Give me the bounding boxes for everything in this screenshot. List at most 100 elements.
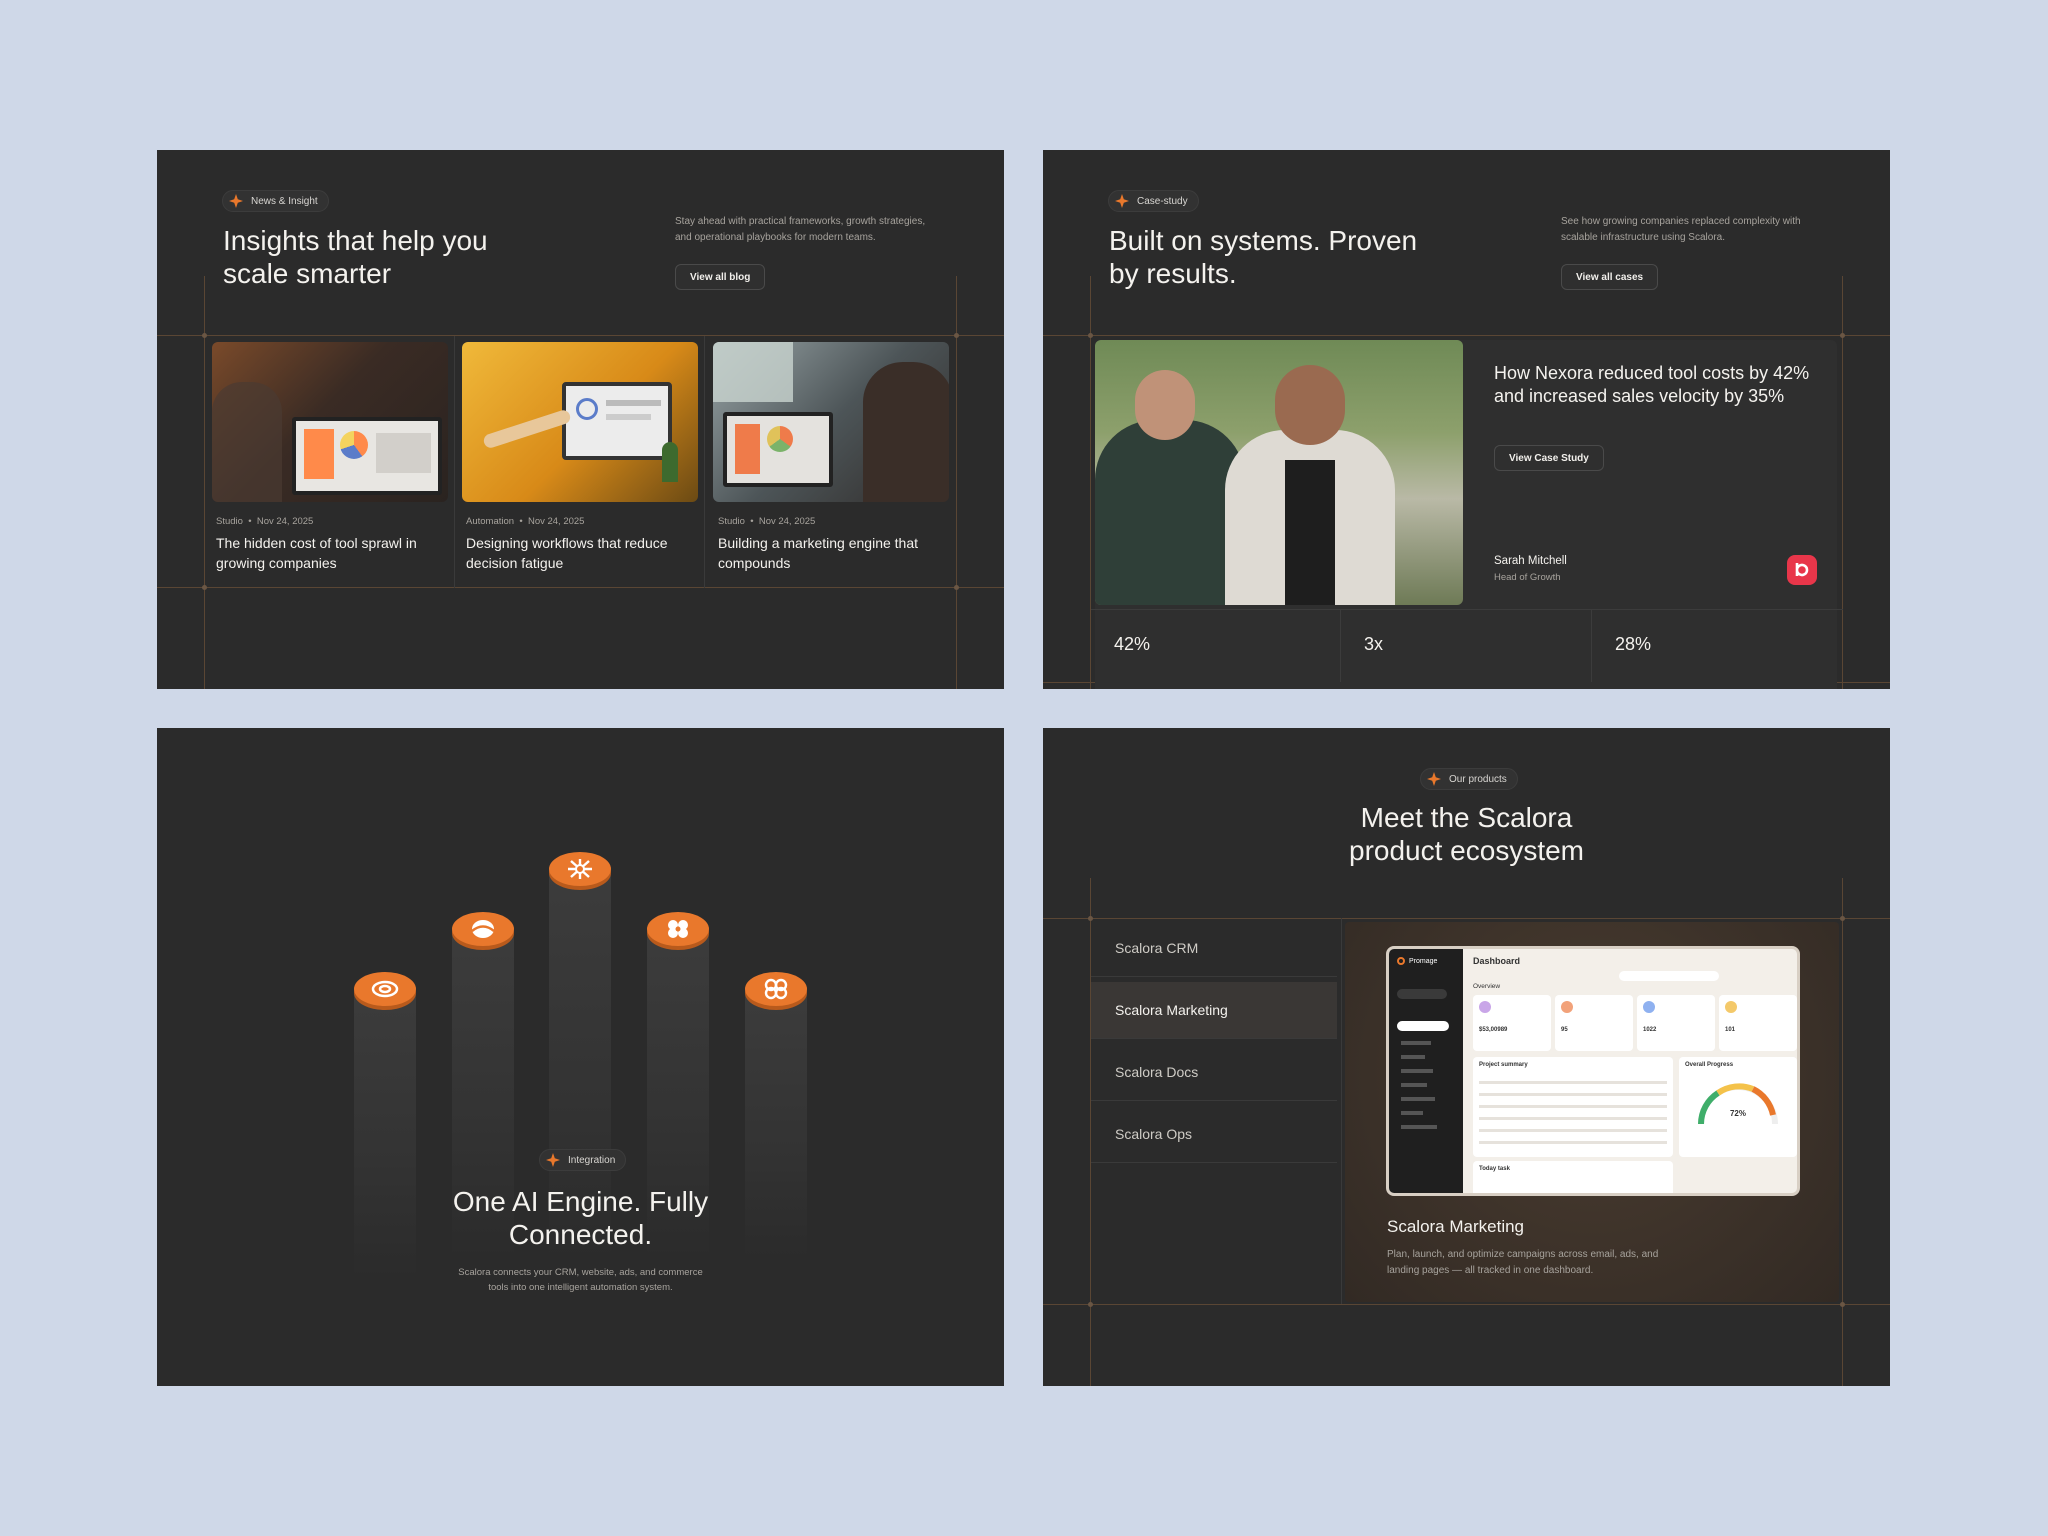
product-title: Scalora Marketing xyxy=(1387,1217,1525,1236)
card-title[interactable]: Designing workflows that reduce decision… xyxy=(466,533,696,573)
dashboard-brand: Promage xyxy=(1409,957,1438,965)
grid-dot xyxy=(1840,916,1845,921)
tab-divider xyxy=(1341,918,1342,1304)
section-title: One AI Engine. Fully xyxy=(452,1186,709,1217)
section-lead: and operational playbooks for modern tea… xyxy=(675,232,876,243)
section-title: Connected. xyxy=(508,1219,653,1250)
dashboard-sidebar: Promage xyxy=(1389,949,1463,1193)
dashboard-overview: Overview xyxy=(1473,983,1501,990)
section-badge: News & Insight xyxy=(222,190,329,212)
progress-card: Overall Progress 72% xyxy=(1679,1057,1797,1157)
spark-icon xyxy=(229,194,243,208)
swirl-icon xyxy=(354,972,416,1006)
grid-dot xyxy=(1088,916,1093,921)
section-title: by results. xyxy=(1109,258,1237,289)
task-title: Today task xyxy=(1479,1166,1510,1172)
kpi-card: $53,00989 xyxy=(1473,995,1551,1051)
section-badge: Our products xyxy=(1420,768,1518,790)
section-title: scale smarter xyxy=(223,258,392,289)
section-title: Insights that help you xyxy=(223,225,488,256)
flower-icon xyxy=(647,912,709,946)
card-date: Nov 24, 2025 xyxy=(256,516,314,527)
section-lead: Stay ahead with practical frameworks, gr… xyxy=(675,216,926,227)
laptop-screen xyxy=(292,417,442,495)
grid-dot xyxy=(202,333,207,338)
spark-icon xyxy=(1427,772,1441,786)
card-date: Nov 24, 2025 xyxy=(527,516,585,527)
kpi-value: 1022 xyxy=(1643,1027,1657,1033)
card-date: Nov 24, 2025 xyxy=(758,516,816,527)
tab-scalora-docs[interactable]: Scalora Docs xyxy=(1091,1044,1337,1101)
tab-scalora-crm[interactable]: Scalora CRM xyxy=(1091,920,1337,977)
dashboard-screenshot: Promage Dashboard Overview $53,00989 95 … xyxy=(1386,946,1800,1196)
grid-dot xyxy=(1840,333,1845,338)
kpi-card: 95 xyxy=(1555,995,1633,1051)
stat-value: 3x xyxy=(1364,634,1384,654)
view-all-cases-button[interactable]: View all cases xyxy=(1561,264,1659,290)
monitor-screen xyxy=(562,382,672,460)
tab-scalora-ops[interactable]: Scalora Ops xyxy=(1091,1106,1337,1163)
globe-icon xyxy=(452,912,514,946)
grid-dot xyxy=(1840,1302,1845,1307)
insights-panel: News & Insight Insights that help you sc… xyxy=(157,150,1004,689)
blog-card-image[interactable] xyxy=(212,342,448,502)
kpi-value: 101 xyxy=(1725,1027,1736,1033)
card-title[interactable]: The hidden cost of tool sprawl in growin… xyxy=(216,533,446,573)
section-lead: See how growing companies replaced compl… xyxy=(1561,216,1801,227)
kpi-value: 95 xyxy=(1561,1027,1568,1033)
dashboard-search xyxy=(1619,971,1719,981)
person-name: Sarah Mitchell xyxy=(1494,555,1567,567)
card-meta: Automation • Nov 24, 2025 xyxy=(466,516,585,527)
view-case-study-button[interactable]: View Case Study xyxy=(1494,445,1604,471)
badge-label: News & Insight xyxy=(251,195,318,207)
section-badge: Case-study xyxy=(1108,190,1199,212)
grid-dot xyxy=(1088,333,1093,338)
table-title: Project summary xyxy=(1479,1062,1528,1068)
kpi-card: 1022 xyxy=(1637,995,1715,1051)
section-title: Meet the Scalora xyxy=(1360,802,1573,833)
dashboard-heading: Dashboard xyxy=(1473,956,1521,966)
grid-dot xyxy=(954,333,959,338)
person-role: Head of Growth xyxy=(1494,572,1561,583)
stats-divider xyxy=(1091,609,1843,610)
card-divider xyxy=(454,336,455,588)
spark-icon xyxy=(546,1153,560,1167)
blog-card-image[interactable] xyxy=(462,342,698,502)
guide-line xyxy=(1043,918,1890,919)
project-summary-table: Project summary xyxy=(1473,1057,1673,1157)
card-divider xyxy=(704,336,705,588)
card-title[interactable]: Building a marketing engine that compoun… xyxy=(718,533,948,573)
brand-logo-icon xyxy=(1397,957,1405,965)
section-title: Built on systems. Proven xyxy=(1109,225,1418,256)
link-rings-icon xyxy=(745,972,807,1006)
card-meta: Studio • Nov 24, 2025 xyxy=(216,516,314,527)
card-meta: Studio • Nov 24, 2025 xyxy=(718,516,816,527)
section-title: product ecosystem xyxy=(1349,835,1584,866)
stats-divider xyxy=(1340,610,1341,682)
stat-value: 42% xyxy=(1114,634,1151,654)
product-description: landing pages — all tracked in one dashb… xyxy=(1387,1265,1594,1276)
case-headline: How Nexora reduced tool costs by 42% and… xyxy=(1494,363,1810,406)
sun-icon xyxy=(549,852,611,886)
case-photo xyxy=(1095,340,1463,605)
blog-card-image[interactable] xyxy=(713,342,949,502)
badge-label: Integration xyxy=(568,1154,616,1166)
badge-label: Case-study xyxy=(1137,195,1188,207)
person-figure xyxy=(1095,420,1245,605)
progress-value: 72% xyxy=(1729,1109,1746,1118)
guide-line xyxy=(1043,1304,1890,1305)
card-category: Studio xyxy=(718,516,745,527)
grid-dot xyxy=(954,585,959,590)
tab-scalora-marketing[interactable]: Scalora Marketing xyxy=(1091,982,1337,1039)
case-study-panel: Case-study Built on systems. Proven by r… xyxy=(1043,150,1890,689)
guide-line xyxy=(1043,335,1890,336)
section-badge: Integration xyxy=(539,1149,627,1171)
progress-title: Overall Progress xyxy=(1685,1062,1734,1068)
view-all-blog-button[interactable]: View all blog xyxy=(675,264,766,290)
spark-icon xyxy=(1115,194,1129,208)
card-category: Studio xyxy=(216,516,243,527)
section-lead: scalable infrastructure using Scalora. xyxy=(1561,232,1725,243)
section-lead: Scalora connects your CRM, website, ads,… xyxy=(458,1267,703,1278)
guide-line xyxy=(157,587,1004,588)
nav-item-active xyxy=(1397,1021,1449,1031)
